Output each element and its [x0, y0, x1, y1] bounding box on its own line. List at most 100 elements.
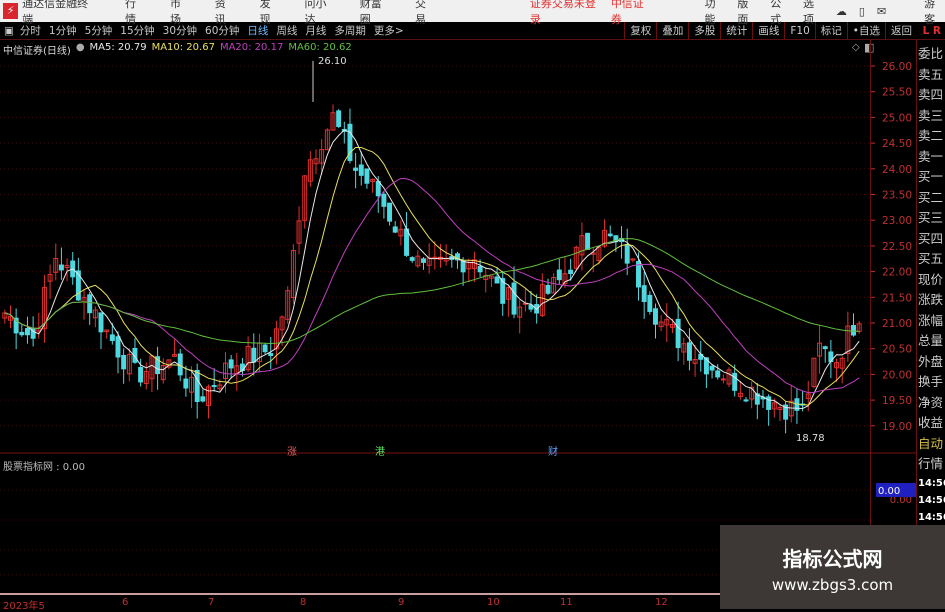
price-tick: 21.00	[882, 318, 912, 330]
price-tick: 26.00	[882, 61, 912, 73]
event-marker[interactable]: 财	[548, 443, 558, 458]
candle-body	[194, 369, 200, 402]
period-daily[interactable]: 日线	[247, 23, 268, 38]
price-tick: 23.50	[882, 190, 912, 202]
period-multi[interactable]: 多周期	[334, 23, 366, 38]
candle-body	[115, 336, 121, 358]
candle-body	[653, 308, 658, 325]
candle-body	[477, 266, 483, 273]
candle-body	[98, 312, 104, 333]
candle-body	[568, 269, 574, 275]
panel-divider	[916, 40, 917, 600]
ma60-line	[4, 238, 860, 344]
candle-body	[87, 294, 93, 314]
price-tick: 25.50	[882, 87, 912, 99]
low-label: 18.78	[796, 433, 825, 444]
stats-button[interactable]: 统计	[720, 22, 752, 40]
candle-body	[251, 347, 257, 363]
candle-body	[262, 344, 268, 353]
candle-body	[720, 378, 726, 381]
candle-body	[381, 193, 387, 207]
candle-body	[19, 331, 25, 336]
candle-body	[494, 276, 500, 284]
quote-label: 买二	[918, 189, 944, 205]
mark-button[interactable]: 标记	[814, 22, 847, 40]
candle-body	[647, 294, 653, 312]
title-bar: ⚡ 通达信金融终端 行情 市场 资讯 发现 问小达 财富圈 交易 证券交易未登录…	[0, 0, 945, 26]
quote-label: 收益	[918, 415, 944, 430]
kline-chart[interactable]: 26.00 25.50 25.00 24.50 24.00 23.50 23.00 22.50…	[0, 55, 916, 600]
candle-body	[675, 318, 681, 349]
tick-time: 14:56	[918, 511, 945, 523]
period-15min[interactable]: 15分钟	[120, 23, 154, 38]
diamond-icon[interactable]: ◇	[852, 42, 860, 53]
quote-label: 买五	[918, 251, 944, 266]
f10-button[interactable]: F10	[784, 22, 814, 40]
lr-toggle[interactable]: L R	[923, 25, 941, 37]
panel-toggle-icon[interactable]: ▣	[4, 25, 14, 37]
candle-body	[624, 244, 630, 264]
period-monthly[interactable]: 月线	[305, 23, 326, 38]
back-button[interactable]: 返回	[885, 22, 917, 40]
quote-label: 卖三	[918, 107, 944, 123]
watermark-name: 指标公式网	[782, 547, 883, 571]
quote-tab[interactable]: 自动	[918, 434, 945, 455]
candle-body	[121, 354, 127, 370]
price-tick: 25.00	[882, 112, 912, 124]
candle-body	[686, 342, 692, 361]
quote-label: 换手	[918, 374, 944, 389]
candle-body	[851, 325, 856, 336]
price-tick: 20.00	[882, 369, 912, 381]
period-1min[interactable]: 1分钟	[49, 23, 77, 38]
draw-button[interactable]: 画线	[752, 22, 784, 40]
quote-tab[interactable]: 行情	[918, 454, 945, 475]
candle-body	[336, 110, 342, 127]
watchlist-button[interactable]: •自选	[846, 22, 885, 40]
date-tick: 11	[560, 597, 573, 608]
candle-body	[556, 269, 562, 281]
multi-stock-button[interactable]: 多股	[688, 22, 720, 40]
candle-body	[545, 285, 551, 294]
axis-divider	[870, 40, 871, 600]
tick-time: 14:56	[918, 494, 945, 506]
candle-body	[353, 167, 359, 171]
overlay-button[interactable]: 叠加	[656, 22, 688, 40]
candle-body	[743, 399, 749, 402]
date-tick: 7	[208, 597, 215, 608]
period-more[interactable]: 更多>	[374, 23, 404, 38]
candle-body	[585, 232, 591, 250]
cloud-icon[interactable]: ☁	[836, 5, 847, 18]
price-tick: 23.00	[882, 215, 912, 227]
candle-body	[228, 359, 234, 369]
candle-body	[404, 228, 410, 256]
period-weekly[interactable]: 周线	[276, 23, 297, 38]
price-tick: 19.00	[882, 421, 912, 433]
quote-label: 卖二	[918, 128, 944, 143]
app-logo-icon: ⚡	[3, 3, 19, 19]
candle-body	[709, 365, 715, 371]
price-tick: 24.00	[882, 164, 912, 176]
period-30min[interactable]: 30分钟	[163, 23, 197, 38]
adjust-button[interactable]: 复权	[624, 22, 656, 40]
candle-body	[109, 334, 115, 341]
candle-body	[409, 257, 415, 261]
price-tick: 22.50	[882, 241, 912, 253]
event-marker[interactable]: 港	[375, 443, 385, 458]
message-icon[interactable]: ✉	[877, 5, 886, 18]
candle-body	[511, 282, 517, 315]
candle-body	[392, 226, 398, 233]
ma10-line	[4, 146, 860, 406]
phone-icon[interactable]: ▯	[859, 5, 865, 18]
watermark: 指标公式网 www.zbgs3.com	[720, 525, 945, 609]
tick-time: 14:56	[918, 477, 945, 489]
event-marker[interactable]: 涨	[287, 443, 297, 458]
period-60min[interactable]: 60分钟	[205, 23, 239, 38]
quote-label: 卖一	[918, 148, 944, 164]
candle-body	[641, 285, 647, 302]
indicator-title: 股票指标网 : 0.00	[3, 462, 85, 473]
quote-label: 涨幅	[918, 312, 944, 328]
candle-body	[432, 256, 438, 259]
period-5min[interactable]: 5分钟	[85, 23, 113, 38]
period-tick[interactable]: 分时	[20, 23, 41, 38]
current-value: 0.00	[878, 486, 900, 497]
